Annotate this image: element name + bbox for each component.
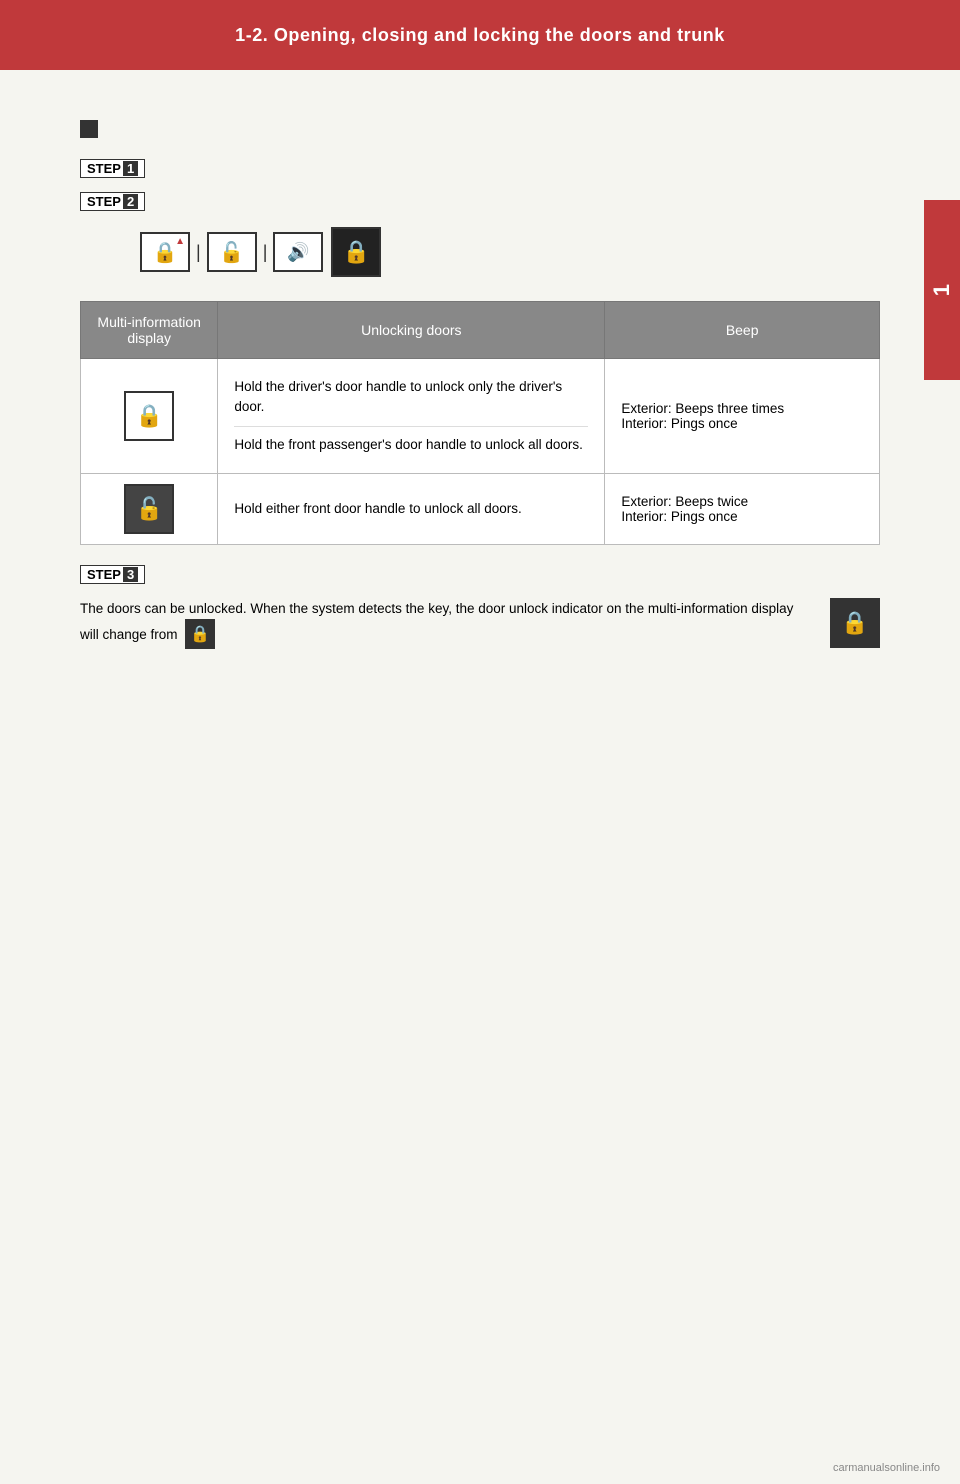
step3-content: The doors can be unlocked. When the syst…: [80, 598, 880, 650]
side-tab-number: 1: [929, 284, 955, 296]
step1-num: 1: [123, 161, 138, 176]
col-beep: Beep: [605, 302, 880, 359]
footer: carmanualsonline.info: [833, 1462, 940, 1474]
beep-cell-1: Exterior: Beeps twice Interior: Pings on…: [605, 473, 880, 544]
sound-icon-box: 🔊: [273, 232, 323, 272]
info-table: Multi-information display Unlocking door…: [80, 301, 880, 545]
step3-area: STEP3 The doors can be unlocked. When th…: [80, 565, 880, 650]
icon-cell-0: 🔒: [81, 359, 218, 474]
header-bar: 1-2. Opening, closing and locking the do…: [0, 0, 960, 70]
step1-block: STEP1: [80, 159, 880, 184]
step3-num: 3: [123, 567, 138, 582]
step2-label: STEP2: [80, 192, 145, 211]
step3-icon-before: 🔒: [185, 619, 215, 649]
unlock-cell-1: Hold either front door handle to unlock …: [218, 473, 605, 544]
unlock-wavy-icon: 🔓: [207, 232, 257, 272]
lock-solid-icon: 🔒: [331, 227, 381, 277]
col-display: Multi-information display: [81, 302, 218, 359]
unlock-text-0-1: Hold the front passenger's door handle t…: [234, 426, 588, 463]
step3-text: The doors can be unlocked. When the syst…: [80, 598, 810, 650]
icons-row: 🔒 ▲ | 🔓 | 🔊 🔒: [140, 227, 880, 277]
step3-row: STEP3: [80, 565, 880, 590]
unlock-cell-0: Hold the driver's door handle to unlock …: [218, 359, 605, 474]
side-tab: 1: [924, 200, 960, 380]
icon-separator-1: |: [194, 242, 203, 263]
footer-url: carmanualsonline.info: [833, 1462, 940, 1474]
col-unlocking: Unlocking doors: [218, 302, 605, 359]
section-marker: [80, 120, 98, 138]
step3-label: STEP3: [80, 565, 145, 584]
unlock-text-1-0: Hold either front door handle to unlock …: [234, 491, 588, 527]
step1-row: STEP1: [80, 159, 880, 184]
beep-cell-0: Exterior: Beeps three times Interior: Pi…: [605, 359, 880, 474]
step2-row: STEP2: [80, 192, 880, 217]
table-row-0: 🔒 Hold the driver's door handle to unlock…: [81, 359, 880, 474]
lock-partial-icon: 🔒 ▲: [140, 232, 190, 272]
icon-separator-2: |: [261, 242, 270, 263]
icon-cell-1: 🔓: [81, 473, 218, 544]
display-icon-1: 🔓: [124, 484, 174, 534]
unlock-text-0-0: Hold the driver's door handle to unlock …: [234, 369, 588, 426]
main-content: STEP1 STEP2 🔒 ▲ | 🔓 |: [0, 70, 960, 689]
table-row-1: 🔓 Hold either front door handle to unlock…: [81, 473, 880, 544]
header-title: 1-2. Opening, closing and locking the do…: [235, 25, 725, 46]
step2-num: 2: [123, 194, 138, 209]
display-icon-0: 🔒: [124, 391, 174, 441]
step3-unlock-indicator: 🔒: [830, 598, 880, 648]
step2-block: STEP2 🔒 ▲ | 🔓 | 🔊 🔒: [80, 192, 880, 277]
step1-label: STEP1: [80, 159, 145, 178]
